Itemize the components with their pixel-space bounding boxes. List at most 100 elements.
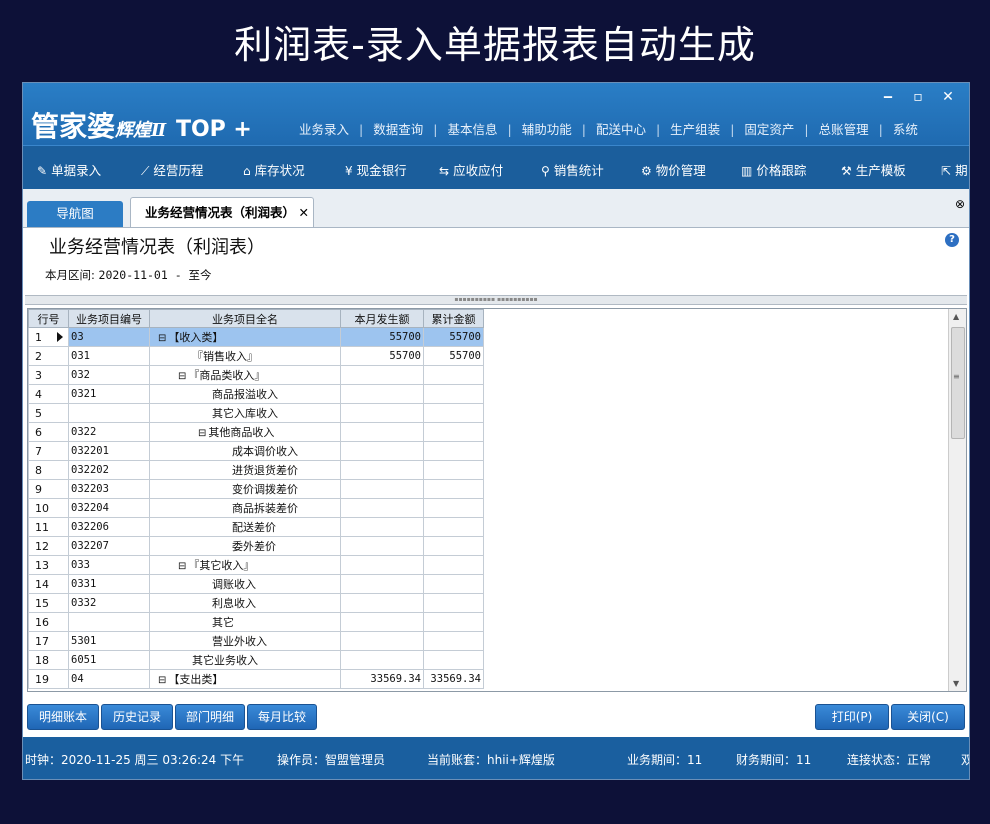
toolbar-label: 期: [955, 163, 968, 178]
table-row[interactable]: 18 6051 其它业务收入: [28, 650, 484, 670]
menu-item[interactable]: 系统: [893, 122, 918, 137]
minimize-icon[interactable]: ‒: [873, 89, 903, 105]
menu-item[interactable]: 数据查询: [373, 122, 423, 137]
toolbar-item[interactable]: ⇆ 应收应付: [439, 160, 503, 179]
row-number-cell: 15: [28, 593, 69, 613]
menu-separator: |: [655, 122, 661, 137]
toolbar-item[interactable]: ⌂ 库存状况: [243, 160, 305, 179]
item-name: 其它业务收入: [192, 654, 258, 667]
row-number: 10: [35, 501, 49, 515]
scroll-grip-icon: ≡: [953, 372, 960, 381]
app-logo: 管家婆辉煌Ⅱ TOP +: [31, 105, 252, 145]
menu-item[interactable]: 总账管理: [819, 122, 869, 137]
row-number-cell: 1: [28, 327, 69, 347]
item-code-cell: 032202: [68, 460, 150, 480]
table-row[interactable]: 2 031 『销售收入』 55700 55700: [28, 346, 484, 366]
table-row[interactable]: 1 03 ⊟ 【收入类】 55700 55700: [28, 327, 484, 347]
maximize-icon[interactable]: ▫: [903, 89, 933, 105]
tab-profit-report[interactable]: 业务经营情况表（利润表） ✕: [130, 197, 314, 227]
tree-collapse-icon[interactable]: ⊟: [158, 333, 166, 344]
dept-detail-button[interactable]: 部门明细: [175, 704, 245, 730]
item-name-cell: 委外差价: [149, 536, 341, 556]
row-number: 6: [35, 425, 42, 439]
vertical-scrollbar[interactable]: ▲ ≡ ▼: [948, 309, 966, 691]
column-header[interactable]: 业务项目编号: [68, 309, 150, 328]
tree-collapse-icon[interactable]: ⊟: [198, 428, 206, 439]
table-row[interactable]: 15 0332 利息收入: [28, 593, 484, 613]
menu-item[interactable]: 固定资产: [744, 122, 794, 137]
row-number: 15: [35, 596, 49, 610]
tab-navigation[interactable]: 导航图: [27, 201, 123, 227]
close-button[interactable]: 关闭(C): [891, 704, 965, 730]
menu-item[interactable]: 辅助功能: [522, 122, 572, 137]
status-connection: 连接状态：正常: [847, 753, 932, 767]
table-row[interactable]: 6 0322 ⊟ 其他商品收入: [28, 422, 484, 442]
gear-icon: ⚙: [641, 164, 652, 178]
table-row[interactable]: 19 04 ⊟ 【支出类】 33569.34 33569.34: [28, 669, 484, 689]
table-row[interactable]: 16 其它: [28, 612, 484, 632]
toolbar-item[interactable]: ¥ 现金银行: [345, 160, 407, 179]
toolbar-item[interactable]: ⚙ 物价管理: [641, 160, 706, 179]
menu-item[interactable]: 配送中心: [596, 122, 646, 137]
tree-collapse-icon[interactable]: ⊟: [158, 675, 166, 686]
row-number-cell: 18: [28, 650, 69, 670]
tree-collapse-icon[interactable]: ⊟: [178, 371, 186, 382]
table-row[interactable]: 13 033 ⊟ 『其它收入』: [28, 555, 484, 575]
exchange-arrows-icon: ⇆: [439, 164, 450, 178]
month-amount-cell: [340, 460, 424, 480]
close-all-tabs-icon[interactable]: ⊗: [955, 197, 965, 211]
toolbar-item[interactable]: ✎ 单据录入: [37, 160, 101, 179]
table-row[interactable]: 11 032206 配送差价: [28, 517, 484, 537]
column-header[interactable]: 行号: [28, 309, 69, 328]
table-row[interactable]: 17 5301 营业外收入: [28, 631, 484, 651]
row-number: 2: [35, 349, 42, 363]
row-number: 18: [35, 653, 49, 667]
scroll-down-icon[interactable]: ▼: [953, 679, 959, 688]
column-header[interactable]: 业务项目全名: [149, 309, 341, 328]
toolbar-item[interactable]: ⚲ 销售统计: [541, 160, 604, 179]
table-row[interactable]: 3 032 ⊟ 『商品类收入』: [28, 365, 484, 385]
month-amount-cell: [340, 593, 424, 613]
table-row[interactable]: 14 0331 调账收入: [28, 574, 484, 594]
toolbar-item[interactable]: ⟋ 经营历程: [141, 160, 203, 179]
toolbar-item[interactable]: ▥ 价格跟踪: [741, 160, 806, 179]
toolbar-item[interactable]: ⇱ 期: [941, 160, 968, 179]
history-button[interactable]: 历史记录: [101, 704, 173, 730]
row-number-cell: 13: [28, 555, 69, 575]
table-row[interactable]: 8 032202 进货退货差价: [28, 460, 484, 480]
scroll-thumb[interactable]: [951, 327, 965, 439]
help-icon[interactable]: ?: [945, 233, 959, 247]
panel-splitter[interactable]: ▪▪▪▪▪▪▪▪▪▪ ▪▪▪▪▪▪▪▪▪▪: [25, 295, 967, 305]
table-row[interactable]: 10 032204 商品拆装差价: [28, 498, 484, 518]
tab-close-icon[interactable]: ✕: [299, 198, 309, 228]
menu-item[interactable]: 生产组装: [670, 122, 720, 137]
month-amount-cell: [340, 574, 424, 594]
column-header[interactable]: 累计金额: [423, 309, 484, 328]
close-icon[interactable]: ✕: [933, 89, 963, 105]
row-number-cell: 3: [28, 365, 69, 385]
menu-separator: |: [507, 122, 512, 137]
total-amount-cell: [423, 612, 484, 632]
table-row[interactable]: 9 032203 变价调拨差价: [28, 479, 484, 499]
scroll-up-icon[interactable]: ▲: [953, 312, 959, 321]
table-row[interactable]: 5 其它入库收入: [28, 403, 484, 423]
toolbar-item[interactable]: ⚒ 生产模板: [841, 160, 906, 179]
row-number-cell: 7: [28, 441, 69, 461]
tree-collapse-icon[interactable]: ⊟: [178, 561, 186, 572]
table-row[interactable]: 12 032207 委外差价: [28, 536, 484, 556]
toolbar: ✎ 单据录入 ⟋ 经营历程 ⌂ 库存状况 ¥ 现金银行 ⇆ 应收应付 ⚲ 销售统计 ⚙ 物价管理 ▥ 价格跟踪…: [23, 145, 969, 190]
column-header[interactable]: 本月发生额: [340, 309, 424, 328]
menu-item[interactable]: 基本信息: [447, 122, 497, 137]
monthly-compare-button[interactable]: 每月比较: [247, 704, 317, 730]
banner-title: 利润表-录入单据报表自动生成: [234, 23, 756, 67]
menu-item[interactable]: 业务录入: [299, 122, 349, 137]
table-row[interactable]: 7 032201 成本调价收入: [28, 441, 484, 461]
table-row[interactable]: 4 0321 商品报溢收入: [28, 384, 484, 404]
row-number-cell: 19: [28, 669, 69, 689]
period-line: 本月区间: 2020-11-01 - 至今: [45, 267, 212, 283]
detail-ledger-button[interactable]: 明细账本: [27, 704, 99, 730]
print-button[interactable]: 打印(P): [815, 704, 889, 730]
status-clock: 时钟：2020-11-25 周三 03:26:24 下午: [25, 753, 245, 767]
item-name: 进货退货差价: [232, 464, 298, 477]
status-account: 当前账套：hhii+辉煌版: [427, 753, 555, 767]
